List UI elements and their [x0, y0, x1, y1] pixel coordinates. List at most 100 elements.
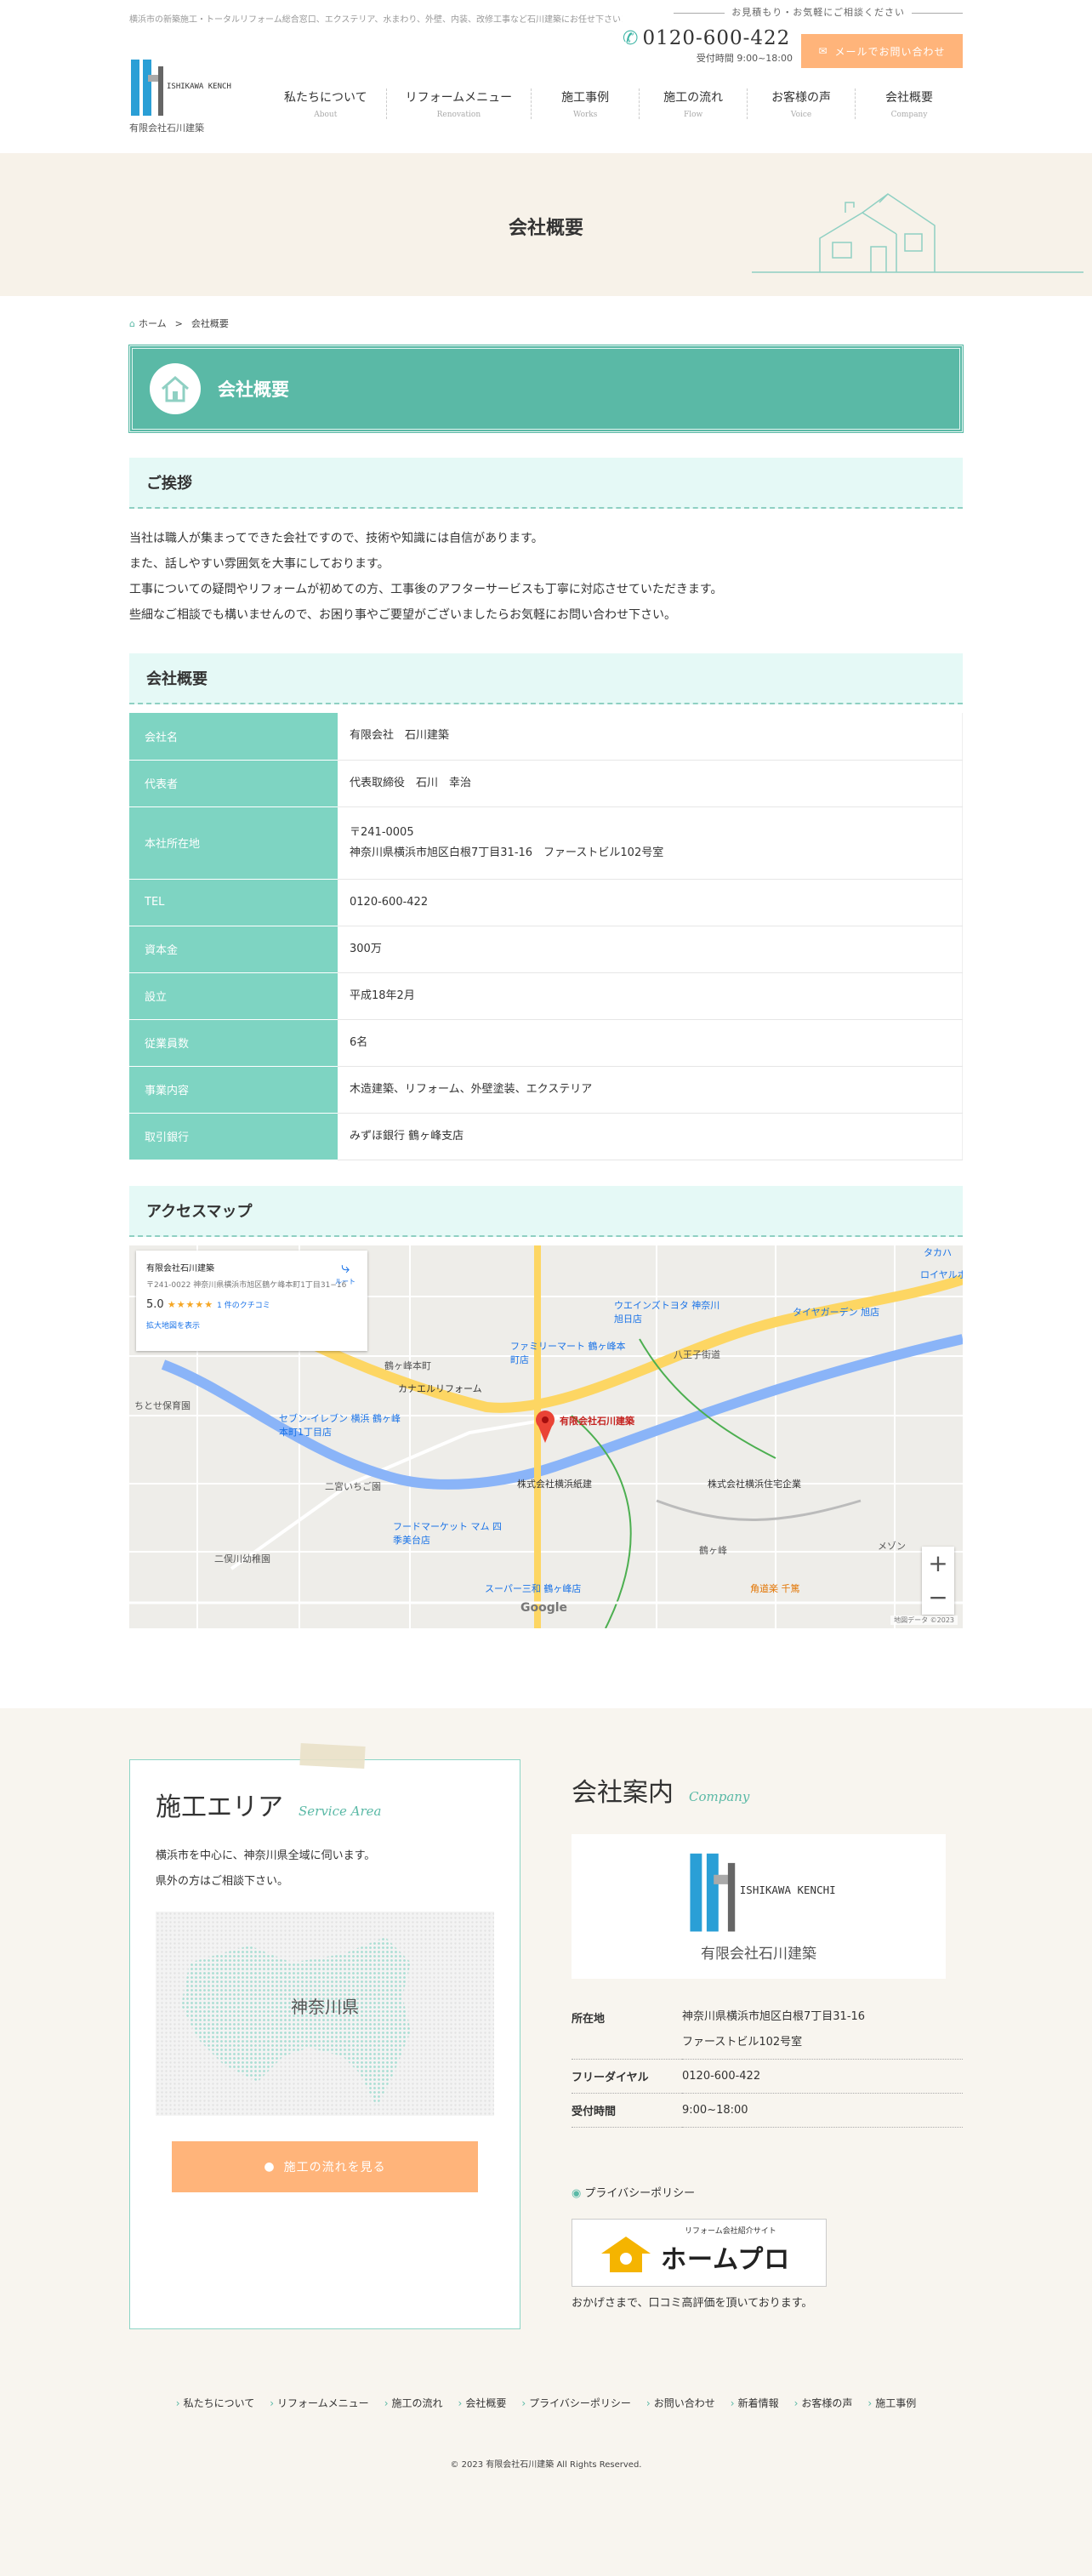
zoom-out-button[interactable]: − — [922, 1581, 954, 1615]
header-tagline: 横浜市の新築施工・トータルリフォーム総合窓口、エクステリア、水まわり、外壁、内装… — [129, 15, 623, 25]
site-footer: 施工エリア Service Area 横浜市を中心に、神奈川県全域に伺います。 … — [0, 1708, 1092, 2576]
table-row: TEL 0120-600-422 — [129, 879, 963, 926]
table-row: 代表者 代表取締役 石川 幸治 — [129, 760, 963, 807]
tel-box[interactable]: ✆ 0120-600-422 受付時間 9:00~18:00 — [623, 27, 793, 65]
company-info: 会社案内 Company ISHIKAWA KENCHIKU 有限会社石川建築 … — [572, 1771, 963, 2310]
access-map[interactable]: 有限会社石川建築 カナエルリフォーム 株式会社横浜紙建 ファミリーマート 鶴ヶ峰… — [129, 1245, 963, 1628]
footer-link-renovation[interactable]: リフォームメニュー — [270, 2396, 369, 2410]
table-row: 資本金 300万 — [129, 926, 963, 973]
map-card-name: 有限会社石川建築 — [146, 1263, 214, 1274]
table-row: 従業員数 6名 — [129, 1019, 963, 1067]
bullet-icon: ◉ — [572, 2187, 582, 2200]
company-profile-table: 会社名 有限会社 石川建築 代表者 代表取締役 石川 幸治 本社所在地 〒241-00… — [129, 713, 963, 1160]
table-row: 取引銀行 みずほ銀行 鶴ヶ峰支店 — [129, 1113, 963, 1160]
footer-link-privacy[interactable]: プライバシーポリシー — [521, 2396, 631, 2410]
footer-link-company[interactable]: 会社概要 — [458, 2396, 506, 2410]
company-logo-text: 有限会社石川建築 — [701, 1945, 816, 1963]
logo-mark-text: ISHIKAWA KENCHIKU — [740, 1884, 835, 1896]
nav-item-about[interactable]: 私たちについて About — [265, 88, 386, 119]
map-pin-label: 有限会社石川建築 — [560, 1415, 634, 1427]
company-title: 会社案内 — [572, 1778, 674, 1808]
breadcrumb-home[interactable]: ホーム — [139, 318, 167, 329]
mail-contact-button[interactable]: ✉ メールでお問い合わせ — [801, 34, 963, 68]
google-logo: Google — [520, 1600, 568, 1615]
nav-item-flow[interactable]: 施工の流れ Flow — [639, 88, 747, 119]
nav-item-renovation[interactable]: リフォームメニュー Renovation — [385, 88, 532, 119]
table-row: 設立 平成18年2月 — [129, 972, 963, 1020]
breadcrumb-current: 会社概要 — [191, 318, 229, 329]
map-info-card: 有限会社石川建築 〒241-0022 神奈川県横浜市旭区鶴ケ峰本町1丁目31−1… — [136, 1250, 367, 1351]
site-header: 横浜市の新築施工・トータルリフォーム総合窓口、エクステリア、水まわり、外壁、内装… — [129, 0, 963, 153]
home-icon: ⌂ — [129, 318, 135, 329]
homepro-subtitle: リフォーム会社紹介サイト — [685, 2227, 776, 2236]
homepro-banner[interactable]: リフォーム会社紹介サイト ホームプロ — [572, 2219, 827, 2287]
house-illustration-icon — [752, 193, 1083, 273]
table-row: 受付時間 9:00~18:00 — [572, 2093, 963, 2128]
copyright: © 2023 有限会社石川建築 All Rights Reserved. — [450, 2460, 642, 2470]
logo-mark-icon: ISHIKAWA KENCHIKU — [690, 1853, 835, 1931]
privacy-policy-link[interactable]: ◉ プライバシーポリシー — [572, 2184, 963, 2200]
star-rating-icon: ★★★★★ — [167, 1298, 214, 1310]
company-title-en: Company — [689, 1789, 750, 1804]
breadcrumb: ⌂ ホーム > 会社概要 — [129, 316, 963, 330]
house-circle-icon — [150, 363, 201, 414]
map-attribution: 地図データ ©2023 — [890, 1615, 958, 1625]
main-content: ⌂ ホーム > 会社概要 会社概要 ご挨拶 当社は職人が集まってできた会社ですので、技… — [128, 316, 964, 1628]
nav-item-works[interactable]: 施工事例 Works — [531, 88, 639, 119]
mail-icon: ✉ — [818, 45, 828, 57]
service-area-title: 施工エリア — [156, 1792, 283, 1822]
map-card-rating: 5.0 — [146, 1297, 164, 1311]
nav-item-voice[interactable]: お客様の声 Voice — [747, 88, 855, 119]
main-heading-box: 会社概要 — [128, 345, 964, 433]
access-heading: アクセスマップ — [129, 1185, 963, 1237]
profile-heading: 会社概要 — [129, 653, 963, 704]
logo-mark-text: ISHIKAWA KENCHIKU — [167, 83, 231, 91]
footer-link-flow[interactable]: 施工の流れ — [384, 2396, 443, 2410]
company-logo: ISHIKAWA KENCHIKU 有限会社石川建築 — [572, 1834, 946, 1979]
service-area-text: 横浜市を中心に、神奈川県全域に伺います。 県外の方はご相談下さい。 — [156, 1849, 376, 1888]
table-row: 本社所在地 〒241-0005 神奈川県横浜市旭区白根7丁目31-16 ファーストビ… — [129, 806, 963, 880]
kanagawa-label: 神奈川県 — [291, 1997, 359, 2017]
homepro-house-icon — [601, 2237, 651, 2272]
global-nav: 私たちについて About リフォームメニュー Renovation 施工事例 Wor… — [265, 88, 963, 119]
directions-icon: ⤷ — [340, 1258, 350, 1277]
phone-icon: ✆ — [623, 28, 640, 49]
nav-item-company[interactable]: 会社概要 Company — [855, 88, 963, 119]
map-card-enlarge-link[interactable]: 拡大地図を表示 — [146, 1319, 357, 1331]
footer-link-voice[interactable]: お客様の声 — [794, 2396, 852, 2410]
greeting-heading: ご挨拶 — [129, 458, 963, 509]
map-card-reviews[interactable]: 1 件のクチコミ — [217, 1302, 270, 1310]
table-row: 会社名 有限会社 石川建築 — [129, 713, 963, 761]
map-zoom-control: + − — [922, 1546, 954, 1615]
footer-link-about[interactable]: 私たちについて — [176, 2396, 255, 2410]
kanagawa-map: 神奈川県 — [156, 1912, 494, 2116]
header-tel: 0120-600-422 — [642, 27, 791, 49]
arrow-circle-icon: ● — [264, 2160, 276, 2174]
table-row: 所在地 神奈川県横浜市旭区白根7丁目31-16 ファーストビル102号室 — [572, 2001, 963, 2060]
table-row: フリーダイヤル 0120-600-422 — [572, 2059, 963, 2094]
homepro-name: ホームプロ — [661, 2245, 791, 2275]
main-heading: 会社概要 — [218, 379, 289, 400]
footer-nav: 私たちについて リフォームメニュー 施工の流れ 会社概要 プライバシーポリシー … — [129, 2396, 963, 2410]
footer-link-contact[interactable]: お問い合わせ — [646, 2396, 715, 2410]
page-title-band: 会社概要 — [0, 153, 1092, 296]
estimate-note: お見積もり・お気軽にご相談ください — [674, 5, 963, 19]
header-contact: お見積もり・お気軽にご相談ください ✆ 0120-600-422 受付時間 9:0… — [623, 5, 963, 73]
zoom-in-button[interactable]: + — [922, 1547, 954, 1581]
logo-text: 有限会社石川建築 — [129, 123, 204, 134]
review-note: おかげさまで、口コミ高評価を頂いております。 — [572, 2297, 813, 2310]
service-area-title-en: Service Area — [299, 1804, 382, 1819]
footer-link-news[interactable]: 新着情報 — [731, 2396, 779, 2410]
footer-link-works[interactable]: 施工事例 — [867, 2396, 916, 2410]
service-area-card: 施工エリア Service Area 横浜市を中心に、神奈川県全域に伺います。 … — [129, 1743, 520, 2329]
greeting-text: 当社は職人が集まってできた会社ですので、技術や知識には自信があります。 また、話… — [129, 532, 723, 622]
directions-button[interactable]: ⤷ ルート — [335, 1259, 355, 1286]
company-info-table: 所在地 神奈川県横浜市旭区白根7丁目31-16 ファーストビル102号室 フリーダイ… — [572, 2001, 963, 2128]
tape-decoration — [299, 1743, 366, 1769]
flow-button[interactable]: ● 施工の流れを見る — [172, 2141, 478, 2192]
map-card-address: 〒241-0022 神奈川県横浜市旭区鶴ケ峰本町1丁目31−16 — [146, 1280, 347, 1290]
site-logo[interactable]: ISHIKAWA KENCHIKU 有限会社石川建築 — [129, 58, 240, 134]
header-hours: 受付時間 9:00~18:00 — [696, 53, 793, 64]
breadcrumb-sep: > — [174, 318, 183, 329]
logo-mark-icon: ISHIKAWA KENCHIKU — [131, 60, 231, 116]
